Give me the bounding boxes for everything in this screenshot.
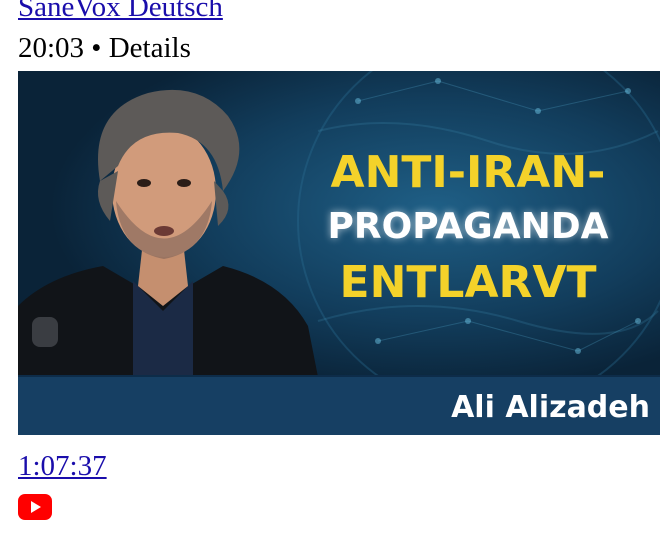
channel-link[interactable]: SaneVox Deutsch	[18, 0, 223, 24]
video-meta: 20:03 • Details	[18, 32, 191, 64]
presenter-photo	[18, 89, 318, 377]
thumbnail-headline-line3: ENTLARVT	[339, 257, 597, 308]
thumbnail-headline-line1: ANTI-IRAN-	[330, 147, 606, 198]
video-thumbnail[interactable]: ANTI-IRAN- PROPAGANDA ENTLARVT Ali Aliza…	[18, 71, 660, 435]
thumbnail-name-bar: Ali Alizadeh	[18, 375, 660, 435]
thumbnail-headline-line2: PROPAGANDA	[327, 206, 609, 247]
video-result: SaneVox Deutsch 20:03 • Details ANTI-IRA…	[0, 0, 660, 541]
youtube-logo-icon[interactable]	[18, 494, 52, 520]
video-duration-link[interactable]: 1:07:37	[18, 449, 107, 483]
presenter-name: Ali Alizadeh	[451, 390, 650, 425]
